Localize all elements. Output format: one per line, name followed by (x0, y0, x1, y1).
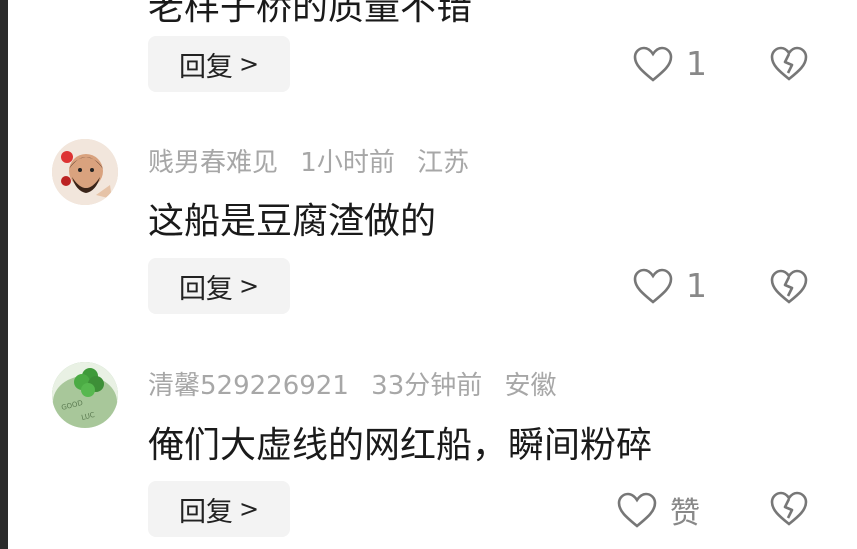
broken-heart-icon[interactable] (769, 266, 809, 306)
location: 安徽 (504, 371, 557, 401)
timestamp: 1小时前 (300, 148, 395, 178)
user-avatar-image (52, 139, 118, 205)
reply-button[interactable]: 回复 > (148, 36, 290, 92)
timestamp: 33分钟前 (371, 371, 483, 401)
like-button[interactable]: 1 (632, 266, 707, 305)
like-button[interactable]: 1 (632, 44, 707, 83)
chevron-right-icon: > (238, 495, 260, 523)
reply-button[interactable]: 回复 > (148, 481, 290, 537)
like-button[interactable]: 赞 (616, 488, 700, 532)
like-count: 1 (686, 44, 707, 83)
location: 江苏 (417, 148, 470, 178)
chevron-right-icon: > (238, 50, 260, 78)
reply-button[interactable]: 回复 > (148, 258, 290, 314)
heart-outline-icon (633, 268, 673, 304)
avatar[interactable] (52, 139, 118, 205)
comment-text: 这船是豆腐渣做的 (148, 201, 437, 242)
comment-meta: 清馨529226921 33分钟前 安徽 (148, 365, 571, 402)
reply-label: 回复 (178, 496, 233, 528)
comment-list-screen: 老样子桥的质量不错 回复 > 1 贱男春难见 1小时前 江苏 这船是豆腐渣做的 … (0, 0, 857, 549)
username[interactable]: 贱男春难见 (148, 148, 278, 178)
comment-meta: 贱男春难见 1小时前 江苏 (148, 142, 483, 179)
comment-text: 俺们大虚线的网红船，瞬间粉碎 (148, 425, 653, 466)
broken-heart-icon[interactable] (769, 488, 809, 528)
like-label: 赞 (670, 496, 700, 531)
chevron-right-icon: > (238, 272, 260, 300)
user-avatar-image: GOOD LUC (52, 362, 118, 428)
avatar[interactable]: GOOD LUC (52, 362, 118, 428)
reply-label: 回复 (178, 51, 233, 83)
username[interactable]: 清馨529226921 (148, 371, 349, 401)
heart-outline-icon (617, 492, 657, 528)
heart-outline-icon (633, 46, 673, 82)
like-count: 1 (686, 266, 707, 305)
comment-text: 老样子桥的质量不错 (148, 0, 473, 28)
broken-heart-icon[interactable] (769, 43, 809, 83)
window-edge (0, 0, 8, 549)
reply-label: 回复 (178, 273, 233, 305)
